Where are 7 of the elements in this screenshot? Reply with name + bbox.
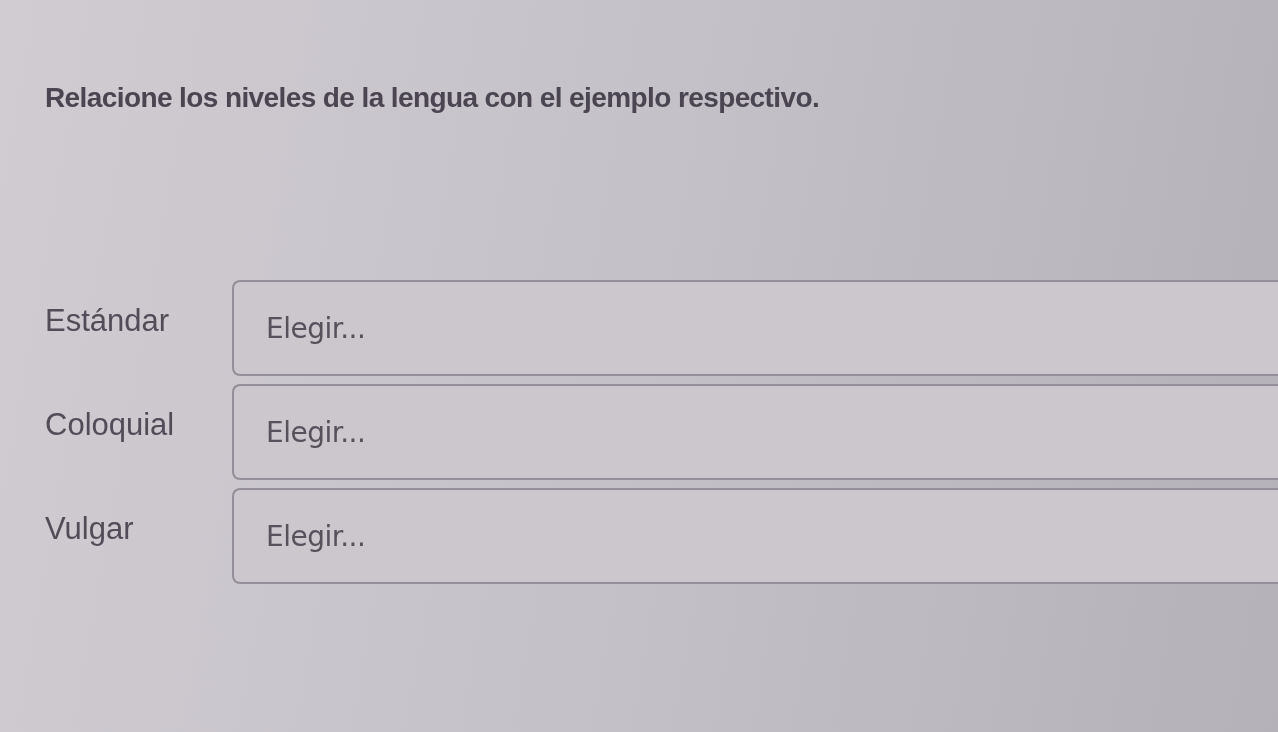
dropdown[interactable]: Elegir...	[232, 280, 1278, 376]
instruction-text: Relacione los niveles de la lengua con el ejemplo respectivo.	[45, 82, 820, 114]
row-label: Coloquial	[45, 407, 175, 444]
dropdown[interactable]: Elegir...	[232, 488, 1278, 584]
row-label: Vulgar	[45, 511, 134, 548]
row-label: Estándar	[45, 303, 170, 340]
dropdown[interactable]: Elegir...	[232, 384, 1278, 480]
